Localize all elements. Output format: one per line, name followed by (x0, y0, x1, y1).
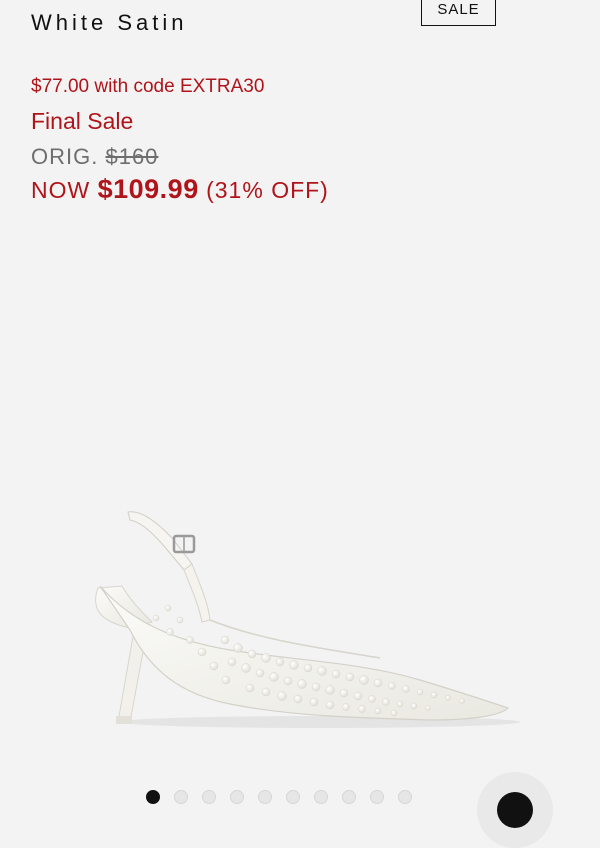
pearl-slingback-pump-image (95, 511, 520, 728)
sale-badge: SALE (421, 0, 496, 26)
carousel-dot[interactable] (314, 790, 328, 804)
now-label: NOW (31, 177, 91, 203)
carousel-dot[interactable] (370, 790, 384, 804)
original-price-label: ORIG. (31, 144, 99, 169)
carousel-dot[interactable] (342, 790, 356, 804)
promo-code-price: $77.00 with code EXTRA30 (31, 76, 265, 97)
product-image[interactable] (60, 490, 540, 750)
carousel-dot[interactable] (258, 790, 272, 804)
original-price-line: ORIG. $160 (31, 144, 158, 170)
original-price: $160 (105, 144, 159, 169)
carousel-next-button[interactable] (477, 772, 553, 848)
carousel-dot[interactable] (398, 790, 412, 804)
final-sale-label: Final Sale (31, 108, 134, 134)
current-price: $109.99 (97, 174, 199, 204)
carousel-dot[interactable] (286, 790, 300, 804)
carousel-dot[interactable] (202, 790, 216, 804)
current-price-line: NOW $109.99 (31% OFF) (31, 174, 329, 205)
carousel-dot[interactable] (146, 790, 160, 804)
discount-percent: (31% OFF) (206, 177, 329, 203)
arrow-icon (497, 792, 533, 828)
carousel-dots (146, 790, 412, 804)
product-color-name: White Satin (31, 10, 188, 35)
carousel-dot[interactable] (174, 790, 188, 804)
carousel-dot[interactable] (230, 790, 244, 804)
